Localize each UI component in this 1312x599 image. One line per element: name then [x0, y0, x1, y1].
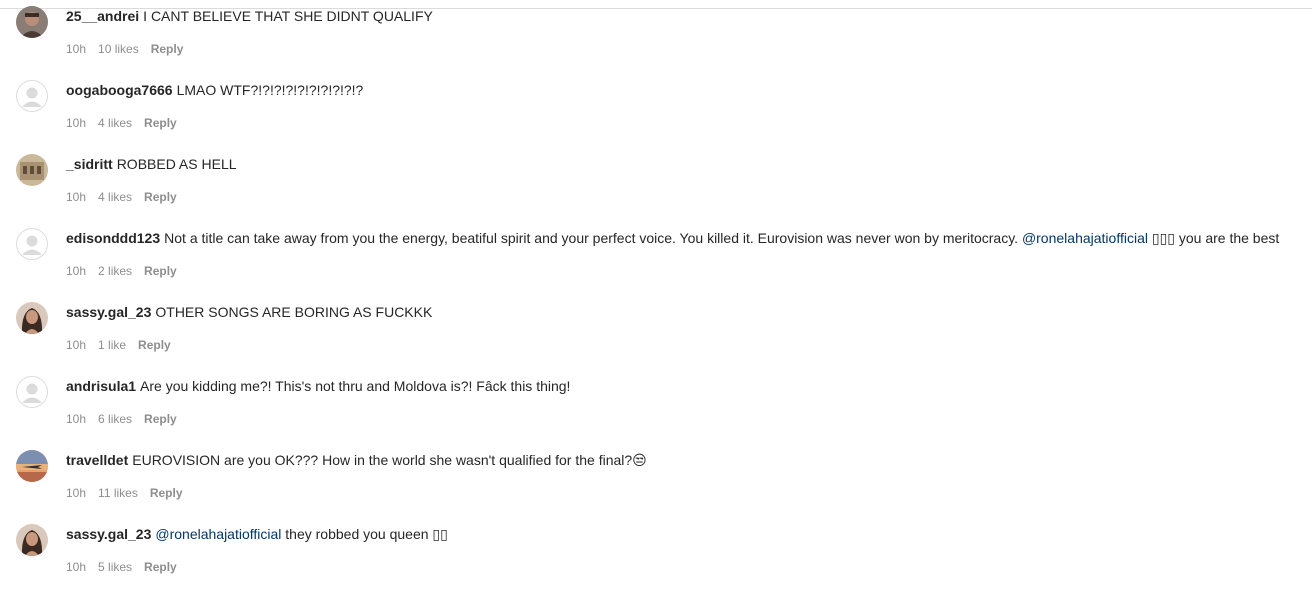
avatar-photo-icon	[16, 6, 48, 38]
comment-text: oogabooga7666 LMAO WTF?!?!?!?!?!?!?!?!?!?	[66, 81, 363, 99]
username[interactable]: andrisula1	[66, 378, 136, 394]
username[interactable]: sassy.gal_23	[66, 526, 151, 542]
comment-item: sassy.gal_23 OTHER SONGS ARE BORING AS FU…	[0, 296, 1312, 370]
timestamp[interactable]: 10h	[66, 486, 86, 500]
likes-count[interactable]: 2 likes	[98, 264, 132, 278]
mention-link[interactable]: @ronelahajatiofficial	[1022, 230, 1148, 246]
comment-meta: 10h 11 likes Reply	[66, 485, 195, 501]
username[interactable]: 25__andrei	[66, 8, 139, 24]
avatar-photo-icon	[16, 524, 48, 556]
avatar[interactable]	[16, 228, 48, 260]
timestamp[interactable]: 10h	[66, 264, 86, 278]
avatar[interactable]	[16, 80, 48, 112]
reply-button[interactable]: Reply	[138, 338, 171, 352]
comment-text: _sidritt ROBBED AS HELL	[66, 155, 237, 173]
comment-text: andrisula1 Are you kidding me?! This's no…	[66, 377, 570, 395]
avatar[interactable]	[16, 6, 48, 38]
username[interactable]: _sidritt	[66, 156, 113, 172]
username[interactable]: sassy.gal_23	[66, 304, 151, 320]
comment-text: 25__andrei I CANT BELIEVE THAT SHE DIDNT …	[66, 7, 433, 25]
avatar[interactable]	[16, 450, 48, 482]
comment-text: travelldet EUROVISION are you OK??? How i…	[66, 451, 647, 469]
reply-button[interactable]: Reply	[144, 264, 177, 278]
timestamp[interactable]: 10h	[66, 42, 86, 56]
avatar-photo-icon	[16, 450, 48, 482]
comment-item: _sidritt ROBBED AS HELL 10h 4 likes Reply	[0, 148, 1312, 222]
comment-body: LMAO WTF?!?!?!?!?!?!?!?!?!?	[176, 82, 364, 98]
comment-item: oogabooga7666 LMAO WTF?!?!?!?!?!?!?!?!?!?…	[0, 74, 1312, 148]
comment-text: sassy.gal_23 OTHER SONGS ARE BORING AS FU…	[66, 303, 432, 321]
comment-item: 25__andrei I CANT BELIEVE THAT SHE DIDNT …	[0, 0, 1312, 74]
timestamp[interactable]: 10h	[66, 412, 86, 426]
avatar-photo-icon	[16, 154, 48, 186]
default-user-icon	[17, 229, 47, 259]
comment-meta: 10h 4 likes Reply	[66, 115, 189, 131]
username[interactable]: edisonddd123	[66, 230, 160, 246]
username[interactable]: oogabooga7666	[66, 82, 173, 98]
reply-button[interactable]: Reply	[144, 190, 177, 204]
reply-button[interactable]: Reply	[151, 42, 184, 56]
comment-meta: 10h 2 likes Reply	[66, 263, 189, 279]
likes-count[interactable]: 11 likes	[98, 486, 138, 500]
reply-button[interactable]: Reply	[150, 486, 183, 500]
username[interactable]: travelldet	[66, 452, 128, 468]
avatar[interactable]	[16, 376, 48, 408]
avatar[interactable]	[16, 524, 48, 556]
comment-text: edisonddd123 Not a title can take away fr…	[66, 229, 1279, 247]
likes-count[interactable]: 4 likes	[98, 116, 132, 130]
comment-item: edisonddd123 Not a title can take away fr…	[0, 222, 1312, 296]
comment-body: EUROVISION are you OK??? How in the worl…	[132, 452, 647, 468]
default-user-icon	[17, 81, 47, 111]
comment-item: sassy.gal_23 @ronelahajatiofficial they r…	[0, 518, 1312, 592]
comment-meta: 10h 5 likes Reply	[66, 559, 189, 575]
timestamp[interactable]: 10h	[66, 190, 86, 204]
comment-meta: 10h 10 likes Reply	[66, 41, 195, 57]
comment-body: Not a title can take away from you the e…	[164, 230, 1019, 246]
likes-count[interactable]: 6 likes	[98, 412, 132, 426]
comment-item: travelldet EUROVISION are you OK??? How i…	[0, 444, 1312, 518]
comment-body: Are you kidding me?! This's not thru and…	[140, 378, 571, 394]
comment-body: ROBBED AS HELL	[116, 156, 237, 172]
reply-button[interactable]: Reply	[144, 412, 177, 426]
comment-body: OTHER SONGS ARE BORING AS FUCKKK	[155, 304, 433, 320]
reply-button[interactable]: Reply	[144, 116, 177, 130]
comment-body-after: they robbed you queen ▯▯	[285, 526, 448, 542]
reply-button[interactable]: Reply	[144, 560, 177, 574]
comment-meta: 10h 4 likes Reply	[66, 189, 189, 205]
comment-body: I CANT BELIEVE THAT SHE DIDNT QUALIFY	[143, 8, 433, 24]
comment-meta: 10h 6 likes Reply	[66, 411, 189, 427]
timestamp[interactable]: 10h	[66, 560, 86, 574]
comment-body-after: ▯▯▯ you are the best	[1151, 230, 1280, 246]
comment-item: andrisula1 Are you kidding me?! This's no…	[0, 370, 1312, 444]
default-user-icon	[17, 377, 47, 407]
likes-count[interactable]: 10 likes	[98, 42, 139, 56]
comment-text: sassy.gal_23 @ronelahajatiofficial they r…	[66, 525, 448, 543]
avatar[interactable]	[16, 302, 48, 334]
likes-count[interactable]: 4 likes	[98, 190, 132, 204]
timestamp[interactable]: 10h	[66, 116, 86, 130]
likes-count[interactable]: 5 likes	[98, 560, 132, 574]
avatar[interactable]	[16, 154, 48, 186]
timestamp[interactable]: 10h	[66, 338, 86, 352]
likes-count[interactable]: 1 like	[98, 338, 126, 352]
mention-link[interactable]: @ronelahajatiofficial	[155, 526, 281, 542]
avatar-photo-icon	[16, 302, 48, 334]
comment-meta: 10h 1 like Reply	[66, 337, 183, 353]
